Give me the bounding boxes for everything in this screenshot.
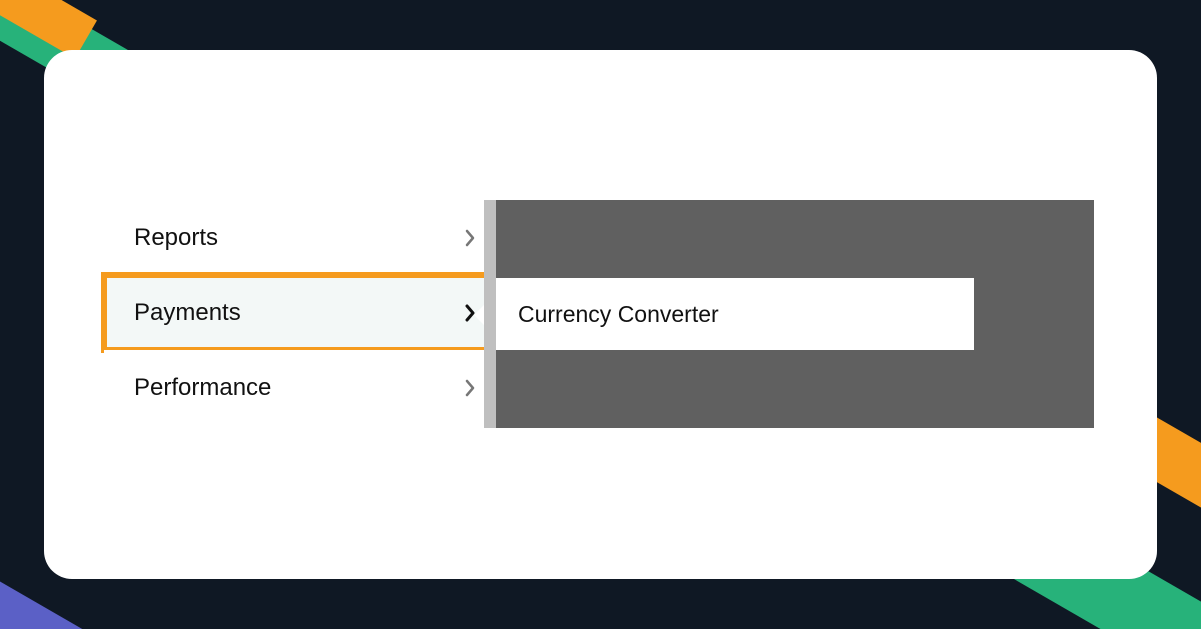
chevron-right-icon: [461, 229, 479, 247]
submenu-item-currency-converter[interactable]: Currency Converter: [496, 278, 974, 350]
submenu-pointer-icon: [474, 305, 484, 325]
submenu-panel: Currency Converter: [496, 200, 1094, 428]
side-menu: Reports Payments Performance: [104, 200, 509, 425]
submenu-container: Currency Converter: [484, 200, 1094, 428]
menu-item-label: Payments: [134, 299, 241, 327]
submenu-item-label: Currency Converter: [518, 301, 719, 328]
menu-item-label: Reports: [134, 224, 218, 252]
menu-item-label: Performance: [134, 374, 271, 402]
menu-item-reports[interactable]: Reports: [104, 200, 509, 275]
submenu-gutter: [484, 200, 496, 428]
menu-item-performance[interactable]: Performance: [104, 350, 509, 425]
chevron-right-icon: [461, 379, 479, 397]
menu-item-payments[interactable]: Payments: [104, 275, 509, 350]
content-card: Reports Payments Performance: [44, 50, 1157, 579]
